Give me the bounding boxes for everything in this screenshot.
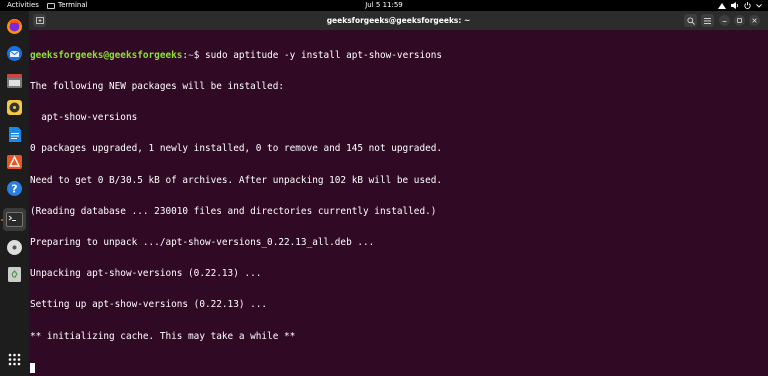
text-cursor: [30, 362, 35, 373]
clock[interactable]: Jul 5 11:59: [0, 0, 768, 11]
command-line: geeksforgeeks@geeksforgeeks:~$ sudo apti…: [30, 49, 767, 61]
output-line: Need to get 0 B/30.5 kB of archives. Aft…: [30, 174, 443, 186]
terminal-window: geeksforgeeks@geeksforgeeks: ~ geeksforg…: [29, 11, 768, 376]
svg-text:?: ?: [11, 183, 17, 196]
output-line: (Reading database ... 230010 files and d…: [30, 205, 437, 217]
terminal-icon: [6, 212, 23, 227]
dock: ?: [0, 11, 29, 376]
rhythmbox-icon: [7, 100, 22, 115]
dock-help[interactable]: ?: [3, 177, 26, 200]
close-icon: [752, 18, 757, 23]
app-grid-icon: [8, 353, 21, 366]
dock-trash[interactable]: [3, 263, 26, 286]
window-title: geeksforgeeks@geeksforgeeks: ~: [326, 16, 471, 25]
top-bar: Activities Terminal Jul 5 11:59: [0, 0, 768, 11]
minimize-button[interactable]: [719, 15, 730, 26]
output-line: Unpacking apt-show-versions (0.22.13) ..…: [30, 268, 262, 280]
chevron-down-icon: [756, 4, 762, 8]
search-button[interactable]: [684, 14, 697, 27]
command-text: sudo aptitude -y install apt-show-versio…: [205, 49, 443, 61]
dock-files[interactable]: [3, 69, 26, 92]
software-icon: [7, 155, 22, 169]
help-icon: ?: [7, 181, 22, 196]
prompt-symbol: $: [193, 49, 206, 61]
output-line: 0 packages upgraded, 1 newly installed, …: [30, 143, 443, 155]
dock-thunderbird[interactable]: [3, 42, 26, 65]
dock-software[interactable]: [3, 150, 26, 173]
cursor-line: [30, 362, 767, 373]
running-indicator: [1, 219, 3, 221]
dock-firefox[interactable]: [3, 15, 26, 38]
dock-app-grid[interactable]: [3, 348, 26, 371]
writer-icon: [8, 127, 21, 142]
output-line: apt-show-versions: [30, 112, 138, 124]
thunderbird-icon: [7, 46, 22, 61]
hamburger-icon: [704, 17, 711, 24]
output-line: ** initializing cache. This may take a w…: [30, 330, 296, 342]
network-icon: [718, 3, 726, 9]
maximize-icon: [737, 18, 742, 23]
files-icon: [7, 73, 22, 88]
search-icon: [686, 16, 695, 25]
trash-icon: [8, 267, 21, 282]
dock-rhythmbox[interactable]: [3, 96, 26, 119]
terminal-output[interactable]: geeksforgeeks@geeksforgeeks:~$ sudo apti…: [30, 30, 767, 375]
firefox-icon: [7, 19, 22, 34]
dock-terminal[interactable]: [3, 208, 26, 231]
dock-disc[interactable]: [3, 236, 26, 259]
output-line: Setting up apt-show-versions (0.22.13) .…: [30, 299, 268, 311]
maximize-button[interactable]: [734, 15, 745, 26]
minimize-icon: [722, 21, 727, 22]
menu-button[interactable]: [701, 14, 714, 27]
close-button[interactable]: [749, 15, 760, 26]
disc-icon: [7, 240, 22, 255]
volume-icon: [731, 2, 739, 9]
output-line: The following NEW packages will be insta…: [30, 81, 284, 93]
output-line: Preparing to unpack .../apt-show-version…: [30, 237, 375, 249]
prompt-user: geeksforgeeks@geeksforgeeks: [30, 49, 183, 61]
title-bar[interactable]: geeksforgeeks@geeksforgeeks: ~: [29, 11, 768, 30]
power-icon: [744, 2, 751, 9]
dock-writer[interactable]: [3, 123, 26, 146]
system-tray[interactable]: [718, 0, 762, 11]
